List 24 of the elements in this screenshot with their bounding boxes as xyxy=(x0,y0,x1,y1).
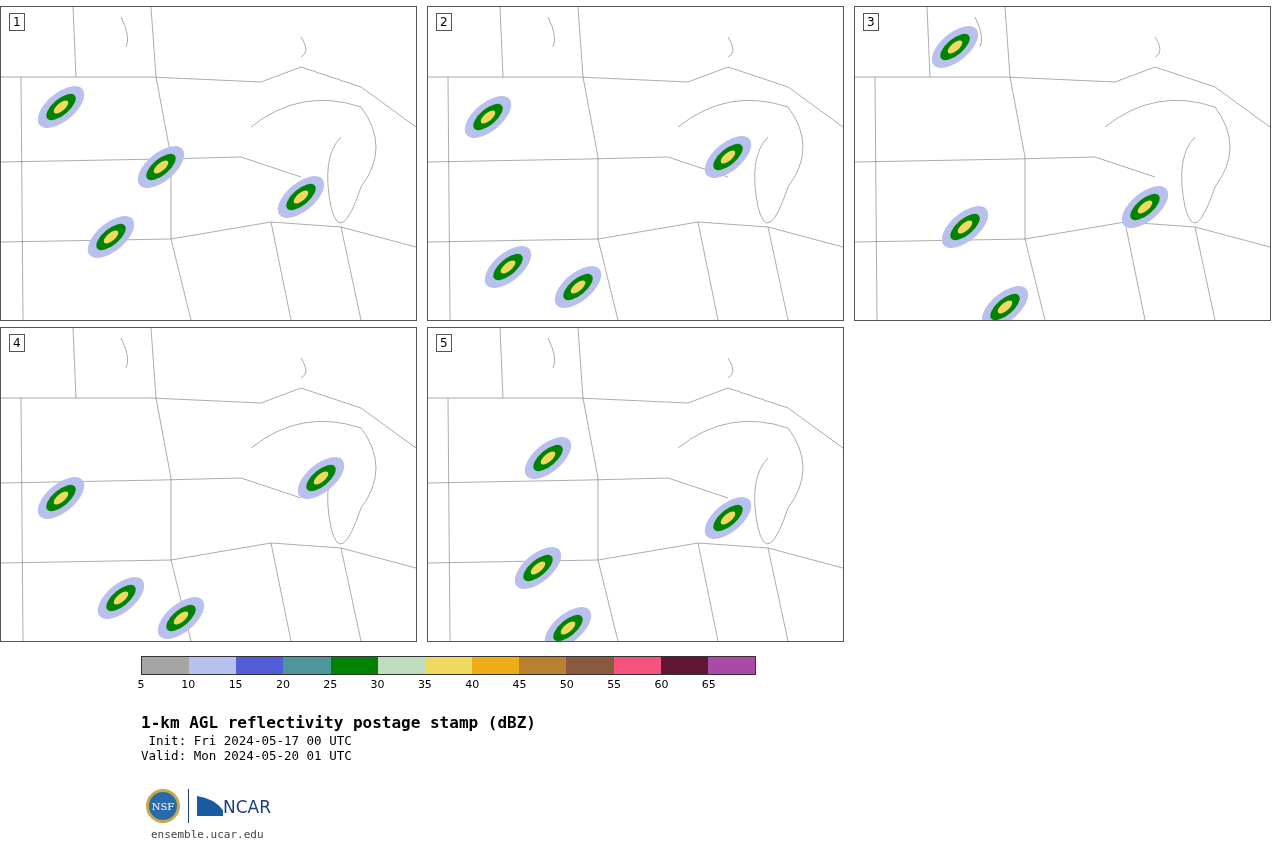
tick-label: 45 xyxy=(512,679,527,691)
tick-label: 20 xyxy=(275,679,290,691)
tick-label: 65 xyxy=(701,679,716,691)
tick-label: 25 xyxy=(323,679,338,691)
tick-label: 15 xyxy=(228,679,243,691)
tick-label: 40 xyxy=(465,679,480,691)
panel-number: 1 xyxy=(9,13,25,31)
panel-number: 3 xyxy=(863,13,879,31)
tick-label: 50 xyxy=(559,679,574,691)
tick-label: 55 xyxy=(607,679,622,691)
tick-label: 5 xyxy=(137,679,145,691)
panel-number: 4 xyxy=(9,334,25,352)
panel-number: 2 xyxy=(436,13,452,31)
chart-title: 1-km AGL reflectivity postage stamp (dBZ) xyxy=(141,713,537,733)
tick-label: 60 xyxy=(654,679,669,691)
panel-number: 5 xyxy=(436,334,452,352)
init-time: Init: Fri 2024-05-17 00 UTC xyxy=(147,733,353,748)
tick-label: 35 xyxy=(417,679,432,691)
site-url: ensemble.ucar.edu xyxy=(151,827,265,843)
nsf-seal-logo: NSF xyxy=(146,789,180,823)
tick-label: 30 xyxy=(370,679,385,691)
tick-label: 10 xyxy=(181,679,196,691)
valid-time: Valid: Mon 2024-05-20 01 UTC xyxy=(141,748,353,763)
ncar-logo: NCAR xyxy=(197,796,272,816)
